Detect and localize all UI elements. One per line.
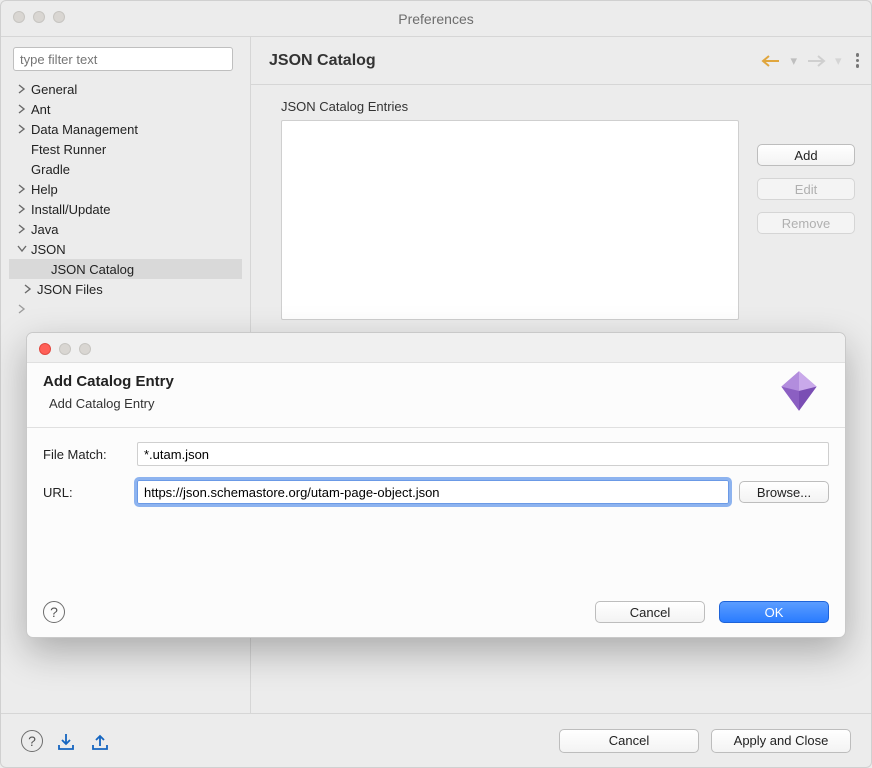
wizard-gem-icon xyxy=(777,369,821,413)
cancel-button[interactable]: Cancel xyxy=(559,729,699,753)
page-title: JSON Catalog xyxy=(269,52,376,70)
url-input[interactable] xyxy=(137,480,729,504)
tree-item-label: JSON Files xyxy=(35,282,103,297)
catalog-entries-list[interactable] xyxy=(281,120,739,320)
tree-item-label: General xyxy=(29,82,77,97)
add-button[interactable]: Add xyxy=(757,144,855,166)
url-label: URL: xyxy=(43,485,127,500)
browse-button[interactable]: Browse... xyxy=(739,481,829,503)
dialog-title: Add Catalog Entry xyxy=(43,373,829,390)
minimize-window-icon[interactable] xyxy=(33,11,45,23)
tree-item-label: Ant xyxy=(29,102,51,117)
nav-back-button[interactable] xyxy=(760,54,782,68)
tree-item-hidden[interactable] xyxy=(9,299,242,319)
zoom-dialog-icon xyxy=(79,343,91,355)
help-icon[interactable]: ? xyxy=(21,730,43,752)
overflow-menu-icon[interactable] xyxy=(856,53,860,68)
file-match-row: File Match: xyxy=(43,442,829,466)
chevron-right-icon xyxy=(15,204,29,214)
file-match-label: File Match: xyxy=(43,447,127,462)
import-icon[interactable] xyxy=(55,731,77,751)
tree-item-label: JSON Catalog xyxy=(49,262,134,277)
remove-button: Remove xyxy=(757,212,855,234)
tree-item-ftest-runner[interactable]: Ftest Runner xyxy=(9,139,242,159)
window-title: Preferences xyxy=(398,11,473,27)
dialog-ok-button[interactable]: OK xyxy=(719,601,829,623)
entries-side-buttons: Add Edit Remove xyxy=(757,144,855,320)
file-match-input[interactable] xyxy=(137,442,829,466)
chevron-right-icon xyxy=(15,104,29,114)
chevron-right-icon xyxy=(15,84,29,94)
tree-item-install-update[interactable]: Install/Update xyxy=(9,199,242,219)
filter-input[interactable] xyxy=(13,47,233,71)
tree-item-label: Ftest Runner xyxy=(29,142,106,157)
tree-item-gradle[interactable]: Gradle xyxy=(9,159,242,179)
edit-button: Edit xyxy=(757,178,855,200)
chevron-right-icon xyxy=(15,124,29,134)
export-icon[interactable] xyxy=(89,731,111,751)
nav-history: ▾ ▾ xyxy=(760,53,859,69)
tree-item-label: Gradle xyxy=(29,162,70,177)
dialog-form: File Match: URL: Browse... xyxy=(27,442,845,591)
close-window-icon[interactable] xyxy=(13,11,25,23)
dialog-cancel-button[interactable]: Cancel xyxy=(595,601,705,623)
tree-item-ant[interactable]: Ant xyxy=(9,99,242,119)
chevron-right-icon xyxy=(15,304,29,314)
chevron-down-icon xyxy=(15,245,29,253)
dialog-titlebar xyxy=(27,333,845,363)
group-label: JSON Catalog Entries xyxy=(281,99,855,114)
tree-item-json-files[interactable]: JSON Files xyxy=(9,279,242,299)
tree-item-data-management[interactable]: Data Management xyxy=(9,119,242,139)
tree-item-json[interactable]: JSON xyxy=(9,239,242,259)
nav-forward-button[interactable] xyxy=(805,54,827,68)
chevron-right-icon xyxy=(15,184,29,194)
dialog-subtitle: Add Catalog Entry xyxy=(43,396,829,411)
tree-item-general[interactable]: General xyxy=(9,79,242,99)
tree-item-label: Data Management xyxy=(29,122,138,137)
dialog-help-icon[interactable]: ? xyxy=(43,601,65,623)
divider xyxy=(27,427,845,428)
chevron-right-icon xyxy=(21,284,35,294)
tree-item-label: Install/Update xyxy=(29,202,111,217)
apply-and-close-button[interactable]: Apply and Close xyxy=(711,729,851,753)
close-dialog-icon[interactable] xyxy=(39,343,51,355)
dialog-footer: ? Cancel OK xyxy=(27,591,845,637)
window-traffic-lights xyxy=(13,11,65,23)
tree-item-label: JSON xyxy=(29,242,66,257)
minimize-dialog-icon xyxy=(59,343,71,355)
tree-item-json-catalog[interactable]: JSON Catalog xyxy=(9,259,242,279)
tree-item-label: Java xyxy=(29,222,58,237)
window-titlebar: Preferences xyxy=(1,1,871,37)
tree-item-java[interactable]: Java xyxy=(9,219,242,239)
tree-item-label: Help xyxy=(29,182,58,197)
add-catalog-entry-dialog: Add Catalog Entry Add Catalog Entry File… xyxy=(26,332,846,638)
dialog-header: Add Catalog Entry Add Catalog Entry xyxy=(27,363,845,417)
url-row: URL: Browse... xyxy=(43,480,829,504)
chevron-right-icon xyxy=(15,224,29,234)
preferences-footer: ? Cancel Apply and Close xyxy=(1,713,871,767)
zoom-window-icon[interactable] xyxy=(53,11,65,23)
dialog-traffic-lights xyxy=(39,343,91,355)
main-header: JSON Catalog ▾ ▾ xyxy=(251,37,871,85)
tree-item-help[interactable]: Help xyxy=(9,179,242,199)
